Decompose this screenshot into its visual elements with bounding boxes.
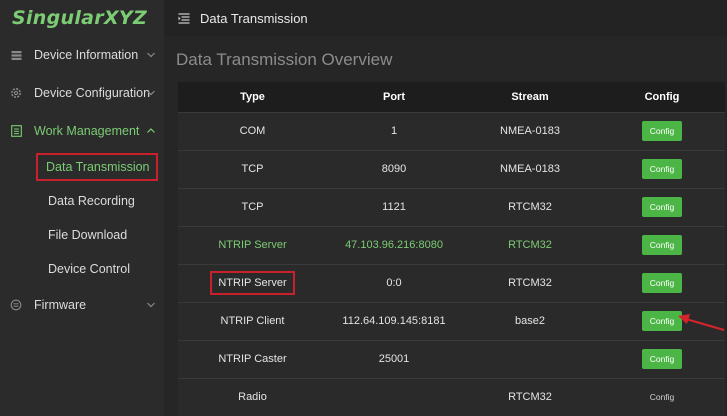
work-management-icon	[10, 125, 22, 137]
sidebar-item-label: Work Management	[34, 124, 140, 138]
transmission-table: Type Port Stream Config COM 1 NMEA-0183 …	[178, 82, 725, 416]
config-button[interactable]: Config	[642, 121, 682, 141]
sidebar-item-label: Firmware	[34, 298, 87, 312]
cell-config: Config	[599, 339, 725, 378]
cell-stream: NMEA-0183	[461, 149, 599, 188]
sidebar-subitem-label: Data Recording	[48, 194, 135, 208]
sidebar-item-label: Device Information	[34, 48, 139, 62]
sidebar-item-firmware[interactable]: Firmware	[0, 286, 164, 324]
highlighted-type-label: NTRIP Server	[210, 271, 295, 295]
sidebar-subitem-data-transmission[interactable]: Data Transmission	[0, 150, 164, 184]
cell-port: 112.64.109.145:8181	[327, 301, 461, 340]
config-button[interactable]: Config	[642, 311, 682, 331]
firmware-icon	[10, 299, 22, 311]
cell-config: Config	[599, 377, 725, 416]
chevron-down-icon	[146, 299, 156, 309]
cell-type: NTRIP Caster	[178, 339, 327, 378]
config-button[interactable]: Config	[642, 197, 682, 217]
cell-port: 25001	[327, 339, 461, 378]
cell-stream: NMEA-0183	[461, 111, 599, 150]
cell-type: Radio	[178, 377, 327, 416]
table-row: NTRIP Caster 25001 Config	[178, 339, 725, 378]
cell-type: TCP	[178, 187, 327, 226]
cell-config: Config	[599, 111, 725, 150]
table-row: NTRIP Server 47.103.96.216:8080 RTCM32 C…	[178, 225, 725, 264]
cell-type: NTRIP Client	[178, 301, 327, 340]
chevron-down-icon	[146, 87, 156, 97]
sidebar-subitem-file-download[interactable]: File Download	[0, 218, 164, 252]
cell-stream: RTCM32	[461, 187, 599, 226]
cell-type: TCP	[178, 149, 327, 188]
column-header-config: Config	[599, 82, 725, 112]
brand-logo[interactable]: SingularXYZ	[0, 0, 164, 36]
cell-stream: RTCM32	[461, 377, 599, 416]
sidebar-item-label: Device Configuration	[34, 86, 151, 100]
table-row: TCP 8090 NMEA-0183 Config	[178, 149, 725, 188]
chevron-down-icon	[146, 49, 156, 59]
table-row: COM 1 NMEA-0183 Config	[178, 111, 725, 150]
cell-port: 1121	[327, 187, 461, 226]
cell-stream	[461, 339, 599, 378]
config-button[interactable]: Config	[642, 273, 682, 293]
sidebar-subitem-label: Data Transmission	[36, 153, 158, 181]
logo-text: SingularXYZ	[12, 7, 148, 29]
sidebar-item-device-information[interactable]: Device Information	[0, 36, 164, 74]
column-header-stream: Stream	[461, 82, 599, 112]
cell-stream: RTCM32	[461, 225, 599, 264]
sidebar-subitem-data-recording[interactable]: Data Recording	[0, 184, 164, 218]
config-link[interactable]: Config	[650, 392, 675, 402]
cell-config: Config	[599, 149, 725, 188]
sidebar-menu: Device Information Device Configuration …	[0, 36, 164, 324]
menu-toggle-icon[interactable]	[178, 12, 190, 24]
cell-port: 1	[327, 111, 461, 150]
top-bar: Data Transmission	[164, 0, 727, 36]
cell-config: Config	[599, 225, 725, 264]
table-row: NTRIP Server 0:0 RTCM32 Config	[178, 263, 725, 302]
table-row: TCP 1121 RTCM32 Config	[178, 187, 725, 226]
main-content: Data Transmission Overview Type Port Str…	[164, 36, 727, 416]
sidebar-subitem-device-control[interactable]: Device Control	[0, 252, 164, 286]
table-row: Radio RTCM32 Config	[178, 377, 725, 416]
cell-stream: base2	[461, 301, 599, 340]
cell-stream: RTCM32	[461, 263, 599, 302]
column-header-type: Type	[178, 82, 327, 112]
sidebar: SingularXYZ Device Information Device Co…	[0, 0, 164, 416]
cell-config: Config	[599, 301, 725, 340]
header-title: Data Transmission	[200, 10, 308, 26]
transmission-table-container: Type Port Stream Config COM 1 NMEA-0183 …	[178, 82, 725, 416]
sidebar-item-device-configuration[interactable]: Device Configuration	[0, 74, 164, 112]
cell-port: 8090	[327, 149, 461, 188]
cell-type: NTRIP Server	[178, 263, 327, 302]
gear-icon	[10, 87, 22, 99]
cell-type: COM	[178, 111, 327, 150]
column-header-port: Port	[327, 82, 461, 112]
sidebar-item-work-management[interactable]: Work Management	[0, 112, 164, 150]
config-button[interactable]: Config	[642, 159, 682, 179]
page-title: Data Transmission Overview	[176, 50, 393, 69]
table-row: NTRIP Client 112.64.109.145:8181 base2 C…	[178, 301, 725, 340]
sidebar-subitem-label: Device Control	[48, 262, 130, 276]
config-button[interactable]: Config	[642, 235, 682, 255]
device-info-icon	[10, 49, 22, 61]
sidebar-subitem-label: File Download	[48, 228, 128, 242]
cell-config: Config	[599, 263, 725, 302]
table-header-row: Type Port Stream Config	[178, 82, 725, 112]
config-button[interactable]: Config	[642, 349, 682, 369]
cell-type: NTRIP Server	[178, 225, 327, 264]
cell-port	[327, 377, 461, 416]
cell-port: 0:0	[327, 263, 461, 302]
cell-config: Config	[599, 187, 725, 226]
cell-port: 47.103.96.216:8080	[327, 225, 461, 264]
chevron-up-icon	[146, 125, 156, 135]
